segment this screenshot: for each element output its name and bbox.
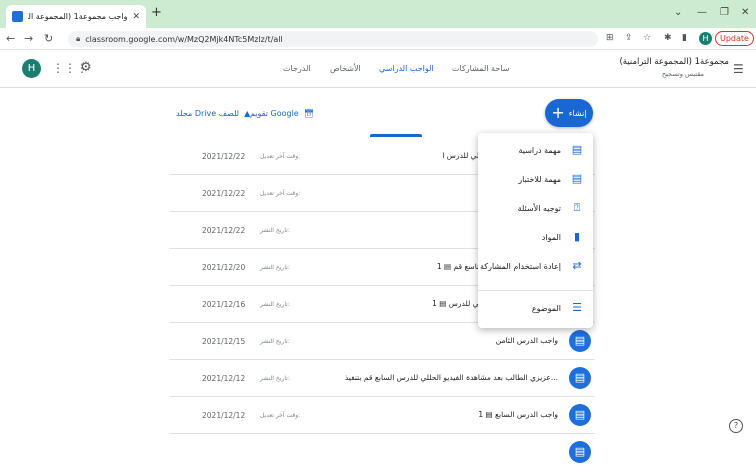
share-icon[interactable]: ⇪ (625, 33, 633, 43)
assignment-icon: ▤ (569, 441, 591, 463)
calendar-icon: 📅︎ (301, 109, 314, 118)
item-date-label: وقت آخر تعديل: (260, 153, 301, 160)
calendar-link[interactable]: تقويم Google 📅︎ (250, 109, 314, 118)
menu-item-label: المواد (541, 233, 561, 242)
tab-people[interactable]: الأشخاص (330, 64, 361, 73)
item-date: 2021/12/22 (202, 189, 246, 198)
tab-title: واجب مجموعة1 (المجموعة الترامنية) (28, 12, 128, 21)
item-date: 2021/12/12 (202, 411, 246, 420)
item-date-label: تاريخ النشر: (260, 375, 290, 382)
assignment-icon: ▤ (571, 143, 583, 156)
minimize-icon[interactable]: — (697, 7, 707, 18)
menu-divider (478, 290, 593, 291)
item-title: عزيزي الطالب بعد مشاهدة الفيديو الحللي ل… (344, 373, 558, 382)
classwork-item[interactable]: 2021/12/15 تاريخ النشر: واجب الدرس الثام… (170, 323, 595, 360)
forward-icon[interactable]: → (24, 32, 33, 45)
class-title[interactable]: مجموعة1 (المجموعة الترامنية) (619, 57, 729, 67)
address-toolbar: ← → ↻ 🔒︎ classroom.google.com/w/MzQ2Mjk4… (0, 28, 756, 50)
drive-link-label: مجلد Drive للصف (176, 109, 240, 118)
menu-item-label: مهمة للاختبار (518, 175, 561, 184)
lock-icon: 🔒︎ (76, 34, 81, 43)
browser-tab[interactable]: واجب مجموعة1 (المجموعة الترامنية) ✕ (6, 5, 146, 28)
user-avatar[interactable]: H (22, 59, 41, 78)
translate-icon[interactable]: ⊞ (606, 33, 614, 43)
classwork-item[interactable]: 2021/12/12 تاريخ النشر: عزيزي الطالب بعد… (170, 360, 595, 397)
profile-avatar[interactable]: H (699, 32, 712, 45)
menu-item-assignment[interactable]: مهمة دراسية ▤ (478, 137, 593, 165)
drive-icon: ▲ (241, 109, 251, 118)
active-tab-indicator (370, 134, 422, 137)
item-date: 2021/12/20 (202, 263, 246, 272)
restore-icon[interactable]: ❐ (720, 7, 729, 18)
item-date-label: تاريخ النشر: (260, 264, 290, 271)
create-label: إنشاء (568, 108, 587, 118)
tab-search-icon[interactable]: ⌄ (674, 7, 682, 18)
create-button[interactable]: + إنشاء (545, 99, 593, 127)
bookmark-star-icon[interactable]: ☆ (643, 33, 651, 43)
menu-item-quiz[interactable]: مهمة للاختبار ▤ (478, 166, 593, 194)
sidepanel-icon[interactable]: ▮ (682, 33, 687, 43)
assignment-icon: ▤ (569, 404, 591, 426)
class-subtitle: مقتبس وتسجيح (661, 70, 704, 78)
menu-item-label: توجيه الأسئلة (517, 204, 561, 213)
menu-item-label: إعادة استخدام المشاركة (480, 262, 561, 271)
gear-icon[interactable]: ⚙ (80, 60, 92, 75)
tab-classwork[interactable]: الواجب الدراسي (379, 64, 434, 73)
assignment-icon: ▤ (569, 367, 591, 389)
topic-icon: ☰ (572, 301, 582, 314)
tab-close-icon[interactable]: ✕ (132, 12, 140, 22)
extensions-icon[interactable]: ✱ (664, 33, 672, 43)
classwork-item[interactable]: 2021/12/12 وقت آخر تعديل: 1 ▤ واجب الدرس… (170, 397, 595, 434)
assignment-icon: ▤ (569, 330, 591, 352)
tab-stream[interactable]: ساحة المشاركات (452, 64, 509, 73)
reload-icon[interactable]: ↻ (44, 32, 53, 45)
menu-item-label: الموضوع (531, 304, 561, 313)
menu-item-material[interactable]: المواد ▮ (478, 224, 593, 252)
close-window-icon[interactable]: ✕ (741, 7, 749, 18)
create-menu: مهمة دراسية ▤ مهمة للاختبار ▤ توجيه الأس… (478, 133, 593, 328)
url-text: classroom.google.com/w/MzQ2Mjk4NTc5Mzlz/… (85, 34, 283, 44)
classroom-favicon-icon (12, 11, 23, 22)
main-menu-icon[interactable]: ☰ (733, 62, 744, 76)
menu-item-question[interactable]: توجيه الأسئلة ⍰ (478, 195, 593, 223)
new-tab-button[interactable]: + (151, 6, 162, 20)
question-icon: ⍰ (573, 201, 581, 214)
classwork-item-partial[interactable]: ▤ (170, 434, 595, 471)
classroom-header: H ⋮⋮⋮ ⚙ الدرجات الأشخاص الواجب الدراسي س… (0, 50, 756, 137)
item-title: 1 ▤ واجب الدرس السابع (478, 410, 558, 419)
item-date-label: تاريخ النشر: (260, 301, 290, 308)
help-icon[interactable]: ? (729, 419, 743, 433)
plus-icon: + (551, 103, 565, 122)
material-icon: ▮ (573, 230, 581, 243)
url-bar[interactable]: 🔒︎ classroom.google.com/w/MzQ2Mjk4NTc5Mz… (68, 31, 598, 47)
item-date-label: تاريخ النشر: (260, 227, 290, 234)
quiz-assignment-icon: ▤ (571, 172, 583, 185)
item-date-label: وقت آخر تعديل: (260, 190, 301, 197)
menu-item-reuse-post[interactable]: إعادة استخدام المشاركة ⇄ (478, 253, 593, 281)
item-date: 2021/12/15 (202, 337, 246, 346)
menu-item-topic[interactable]: الموضوع ☰ (478, 295, 593, 323)
update-button[interactable]: Update (715, 31, 754, 46)
tab-grades[interactable]: الدرجات (283, 64, 311, 73)
item-date: 2021/12/12 (202, 374, 246, 383)
item-date: 2021/12/22 (202, 226, 246, 235)
browser-titlebar: واجب مجموعة1 (المجموعة الترامنية) ✕ + ⌄ … (0, 0, 756, 28)
drive-folder-link[interactable]: مجلد Drive للصف ▲ (176, 109, 250, 118)
reuse-icon: ⇄ (572, 259, 582, 272)
calendar-link-label: تقويم Google (250, 109, 299, 118)
back-icon[interactable]: ← (6, 32, 15, 45)
item-date-label: تاريخ النشر: (260, 338, 290, 345)
item-title: واجب الدرس الثامن (495, 336, 558, 345)
item-date: 2021/12/22 (202, 152, 246, 161)
item-date: 2021/12/16 (202, 300, 246, 309)
item-date-label: وقت آخر تعديل: (260, 412, 301, 419)
menu-item-label: مهمة دراسية (518, 146, 561, 155)
